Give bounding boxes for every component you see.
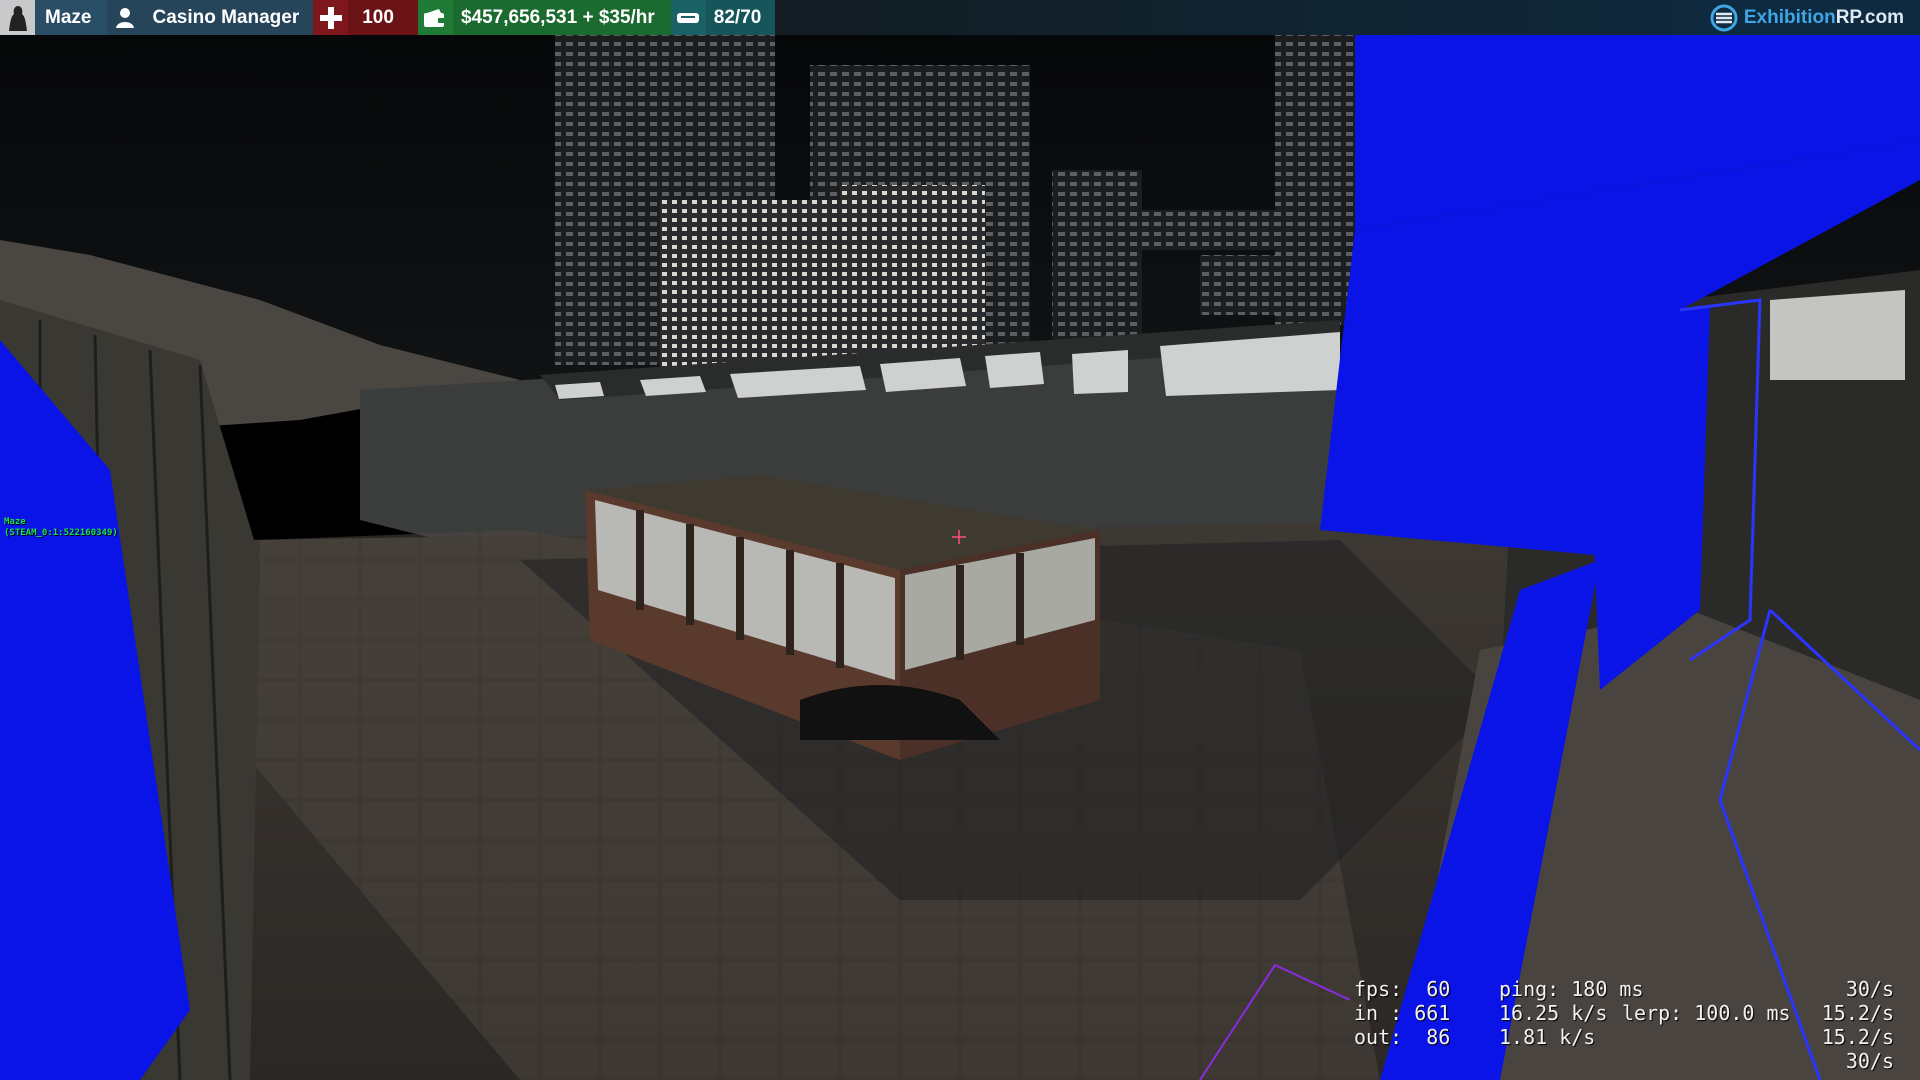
out-readout: out: 86	[1354, 1025, 1451, 1049]
money-value: $457,656,531 + $35/hr	[460, 6, 655, 28]
cmd-rate-readout: 30/s	[1845, 977, 1894, 1001]
health-segment: 100	[313, 0, 418, 35]
in-readout: in : 661	[1354, 1001, 1451, 1025]
net-graph-row-in: in : 661 16.25 k/s lerp: 100.0 ms 15.2/s	[1354, 1001, 1894, 1025]
lerp-readout: lerp: 100.0 ms	[1622, 1001, 1791, 1025]
person-icon	[107, 0, 142, 35]
net-graph-row-out: out: 86 1.81 k/s 15.2/s	[1354, 1025, 1894, 1049]
crosshair-icon	[952, 530, 966, 544]
nametag-steam-id: (STEAM_0:1:522160349)	[4, 528, 118, 538]
health-value: 100	[362, 6, 394, 28]
server-logo-icon	[1704, 0, 1744, 35]
armor-vest-icon	[670, 0, 706, 35]
fps-readout: fps: 60	[1354, 977, 1451, 1001]
nametag-name: Maze	[4, 517, 26, 527]
money-segment: $457,656,531 + $35/hr	[417, 0, 671, 35]
in-rate-readout: 16.25 k/s	[1499, 1001, 1608, 1025]
update-rate-readout: 15.2/s	[1821, 1001, 1894, 1025]
net-graph-row-extra: 30/s	[1354, 1049, 1894, 1073]
armor-value: 82/70	[713, 6, 762, 28]
wallet-icon	[417, 0, 453, 35]
armor-segment: 82/70	[670, 0, 776, 35]
server-brand: Exhibition RP.com	[1703, 0, 1920, 35]
hud-spacer	[775, 0, 1704, 35]
brand-name: Exhibition	[1743, 6, 1836, 28]
brand-domain: RP.com	[1835, 6, 1904, 28]
out-rate-readout: 1.81 k/s	[1499, 1025, 1596, 1049]
hud-bar: Maze Casino Manager 100 $457,656,531 + $…	[0, 0, 1920, 35]
ping-readout: ping: 180 ms	[1499, 977, 1644, 1001]
net-graph: fps: 60 ping: 180 ms 30/s in : 661 16.25…	[1354, 977, 1894, 1073]
job-segment: Casino Manager	[107, 0, 314, 35]
player-avatar	[0, 0, 35, 35]
avatar-silhouette-icon	[8, 5, 27, 31]
health-cross-icon	[313, 0, 349, 35]
extra-rate-readout: 30/s	[1845, 1049, 1894, 1073]
player-name-segment: Maze	[35, 0, 108, 35]
out-update-rate-readout: 15.2/s	[1821, 1025, 1894, 1049]
player-nametag: Maze (STEAM_0:1:522160349)	[4, 517, 118, 539]
job-title: Casino Manager	[152, 6, 300, 28]
player-name: Maze	[45, 6, 92, 28]
right-window	[1770, 290, 1905, 380]
net-graph-row-fps: fps: 60 ping: 180 ms 30/s	[1354, 977, 1894, 1001]
